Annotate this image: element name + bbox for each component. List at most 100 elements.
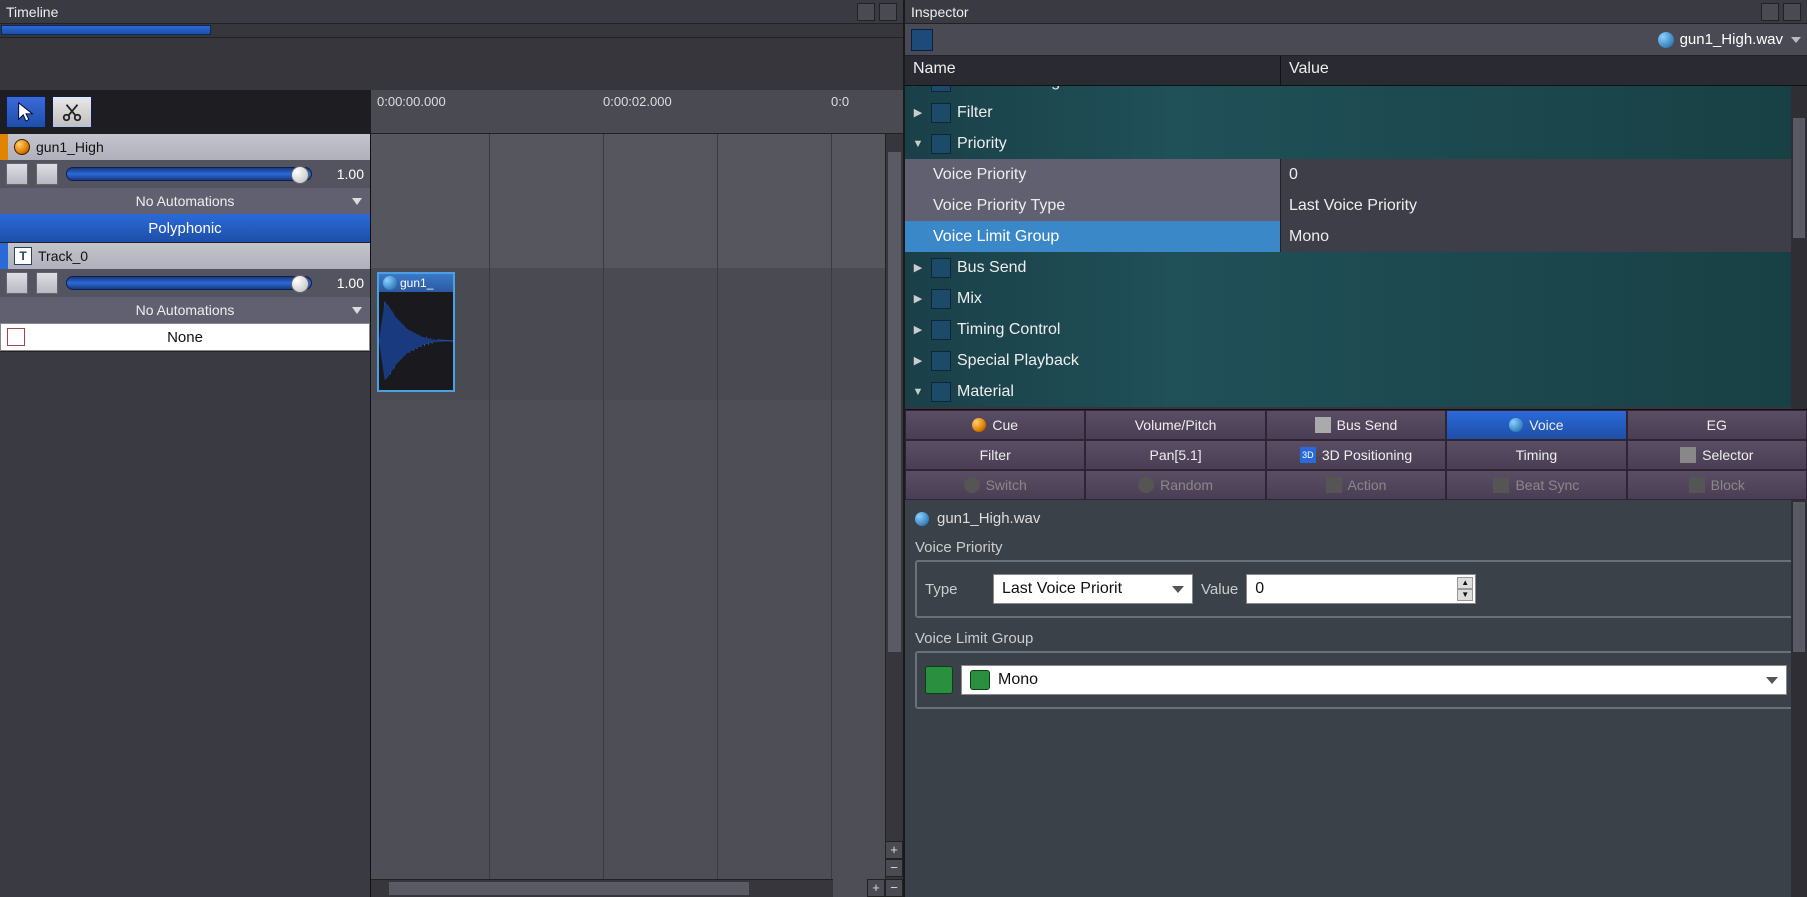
tree-row-priority[interactable]: ▼Priority bbox=[905, 128, 1807, 159]
audio-clip[interactable]: gun1_ bbox=[377, 272, 455, 392]
cue-icon bbox=[972, 418, 986, 432]
automation-dropdown[interactable]: No Automations bbox=[0, 188, 370, 214]
horizontal-scrollbar[interactable] bbox=[371, 879, 833, 897]
voice-icon bbox=[1509, 418, 1523, 432]
clip-area[interactable]: 0:00:00.000 0:00:02.000 0:0 gun1_ bbox=[371, 134, 903, 897]
tab-random: Random bbox=[1085, 470, 1265, 500]
track-track0: T Track_0 1.00 No Automations None bbox=[0, 243, 370, 352]
v-zoom-in-button[interactable]: + bbox=[885, 841, 903, 859]
tab-timing[interactable]: Timing bbox=[1446, 440, 1626, 470]
tab-eg[interactable]: EG bbox=[1627, 410, 1807, 440]
timeline-title: Timeline bbox=[6, 4, 58, 20]
tree-row-filter[interactable]: ▶Filter bbox=[905, 97, 1807, 128]
extra-dropdown[interactable]: None bbox=[0, 323, 370, 351]
tab-action: Action bbox=[1266, 470, 1446, 500]
tab-switch: Switch bbox=[905, 470, 1085, 500]
play-mode-dropdown[interactable]: Polyphonic bbox=[0, 214, 370, 242]
group-indicator-icon[interactable] bbox=[925, 666, 953, 694]
voice-limit-group-combo[interactable]: Mono bbox=[961, 665, 1787, 695]
volume-value: 1.00 bbox=[320, 275, 364, 291]
automation-toggle-icon[interactable] bbox=[6, 163, 28, 185]
audio-file-icon bbox=[915, 512, 929, 526]
audio-icon bbox=[383, 276, 397, 290]
inspector-form: gun1_High.wav Voice Priority Type Last V… bbox=[905, 500, 1807, 897]
3d-icon: 3D bbox=[1300, 447, 1316, 463]
track-header[interactable]: T Track_0 bbox=[0, 243, 370, 269]
close-panel-icon[interactable] bbox=[1783, 3, 1801, 21]
block-icon bbox=[1689, 477, 1705, 493]
tree-row-special-playback[interactable]: ▶Special Playback bbox=[905, 345, 1807, 376]
inspector-tabs: Cue Volume/Pitch Bus Send Voice EG Filte… bbox=[905, 410, 1807, 500]
timeline-header: Timeline bbox=[0, 0, 903, 24]
tab-filter[interactable]: Filter bbox=[905, 440, 1085, 470]
tab-beat-sync: Beat Sync bbox=[1446, 470, 1626, 500]
tab-pan[interactable]: Pan[5.1] bbox=[1085, 440, 1265, 470]
inspector-filename: gun1_High.wav bbox=[1680, 31, 1783, 48]
automation-dropdown[interactable]: No Automations bbox=[0, 297, 370, 323]
timeline-overview[interactable] bbox=[0, 24, 903, 38]
ruler-tick-label: 0:00:02.000 bbox=[603, 94, 672, 109]
text-track-icon: T bbox=[14, 247, 32, 265]
audio-file-icon bbox=[1658, 32, 1674, 48]
form-scrollbar[interactable] bbox=[1791, 500, 1807, 897]
inspector-column-header: Name Value bbox=[905, 56, 1807, 86]
clip-label: gun1_ bbox=[400, 276, 433, 290]
type-combo[interactable]: Last Voice Priorit bbox=[993, 574, 1193, 604]
v-zoom-out-button[interactable]: − bbox=[885, 859, 903, 877]
group-color-icon bbox=[970, 670, 990, 690]
volume-slider[interactable] bbox=[66, 276, 312, 290]
tree-row-bus-send[interactable]: ▶Bus Send bbox=[905, 252, 1807, 283]
tab-selector[interactable]: Selector bbox=[1627, 440, 1807, 470]
tab-block: Block bbox=[1627, 470, 1807, 500]
close-panel-icon[interactable] bbox=[879, 3, 897, 21]
track-gun1-high: gun1_High 1.00 No Automations Polyphonic bbox=[0, 134, 370, 243]
tree-row-3d-positioning[interactable]: ▶3D Positioning bbox=[905, 86, 1807, 97]
time-ruler[interactable]: 0:00:00.000 0:00:02.000 0:0 bbox=[371, 90, 903, 134]
tree-row-voice-priority-type[interactable]: Voice Priority TypeLast Voice Priority bbox=[905, 190, 1807, 221]
inspector-title: Inspector bbox=[911, 4, 969, 20]
tab-voice[interactable]: Voice bbox=[1446, 410, 1626, 440]
zoom-out-button[interactable]: − bbox=[885, 879, 903, 897]
bus-icon bbox=[1315, 417, 1331, 433]
cue-orb-icon bbox=[14, 139, 30, 155]
volume-slider[interactable] bbox=[66, 167, 312, 181]
tab-bus-send[interactable]: Bus Send bbox=[1266, 410, 1446, 440]
automation-toggle-icon[interactable] bbox=[6, 272, 28, 294]
file-menu-chevron-icon[interactable] bbox=[1791, 37, 1801, 43]
inspector-toolbar: gun1_High.wav bbox=[905, 24, 1807, 56]
tree-row-voice-limit-group[interactable]: Voice Limit GroupMono bbox=[905, 221, 1807, 252]
grid-view-icon[interactable] bbox=[911, 29, 933, 51]
dock-icon[interactable] bbox=[857, 3, 875, 21]
mute-icon[interactable] bbox=[36, 163, 58, 185]
mute-icon[interactable] bbox=[36, 272, 58, 294]
vertical-scrollbar[interactable] bbox=[885, 134, 903, 879]
tab-volume-pitch[interactable]: Volume/Pitch bbox=[1085, 410, 1265, 440]
overview-range[interactable] bbox=[1, 25, 211, 35]
selector-icon bbox=[1680, 447, 1696, 463]
ruler-tick-label: 0:00:00.000 bbox=[377, 94, 446, 109]
tab-cue[interactable]: Cue bbox=[905, 410, 1085, 440]
tree-row-timing-control[interactable]: ▶Timing Control bbox=[905, 314, 1807, 345]
tree-scrollbar[interactable] bbox=[1791, 86, 1807, 409]
track-column: gun1_High 1.00 No Automations Polyphonic bbox=[0, 134, 371, 897]
tree-row-material[interactable]: ▼Material bbox=[905, 376, 1807, 407]
track-header[interactable]: gun1_High bbox=[0, 134, 370, 160]
timeline-panel: Timeline gun1_High bbox=[0, 0, 905, 897]
ruler-tick-label: 0:0 bbox=[831, 94, 849, 109]
pointer-tool[interactable] bbox=[6, 96, 46, 128]
value-spinner[interactable]: 0▲▼ bbox=[1246, 574, 1476, 604]
property-tree: ▶3D Positioning ▶Filter ▼Priority Voice … bbox=[905, 86, 1807, 410]
zoom-in-button[interactable]: + bbox=[867, 879, 885, 897]
col-value: Value bbox=[1280, 56, 1807, 85]
cut-tool[interactable] bbox=[52, 96, 92, 128]
random-icon bbox=[1138, 477, 1154, 493]
tree-row-mix[interactable]: ▶Mix bbox=[905, 283, 1807, 314]
inspector-panel: Inspector gun1_High.wav Name Value ▶3D P… bbox=[905, 0, 1807, 897]
marker-icon bbox=[7, 328, 25, 346]
value-label: Value bbox=[1201, 581, 1238, 598]
tree-row-voice-priority[interactable]: Voice Priority0 bbox=[905, 159, 1807, 190]
voice-limit-group-heading: Voice Limit Group bbox=[915, 630, 1033, 647]
track-name: Track_0 bbox=[38, 248, 88, 264]
dock-icon[interactable] bbox=[1761, 3, 1779, 21]
tab-3d-positioning[interactable]: 3D3D Positioning bbox=[1266, 440, 1446, 470]
